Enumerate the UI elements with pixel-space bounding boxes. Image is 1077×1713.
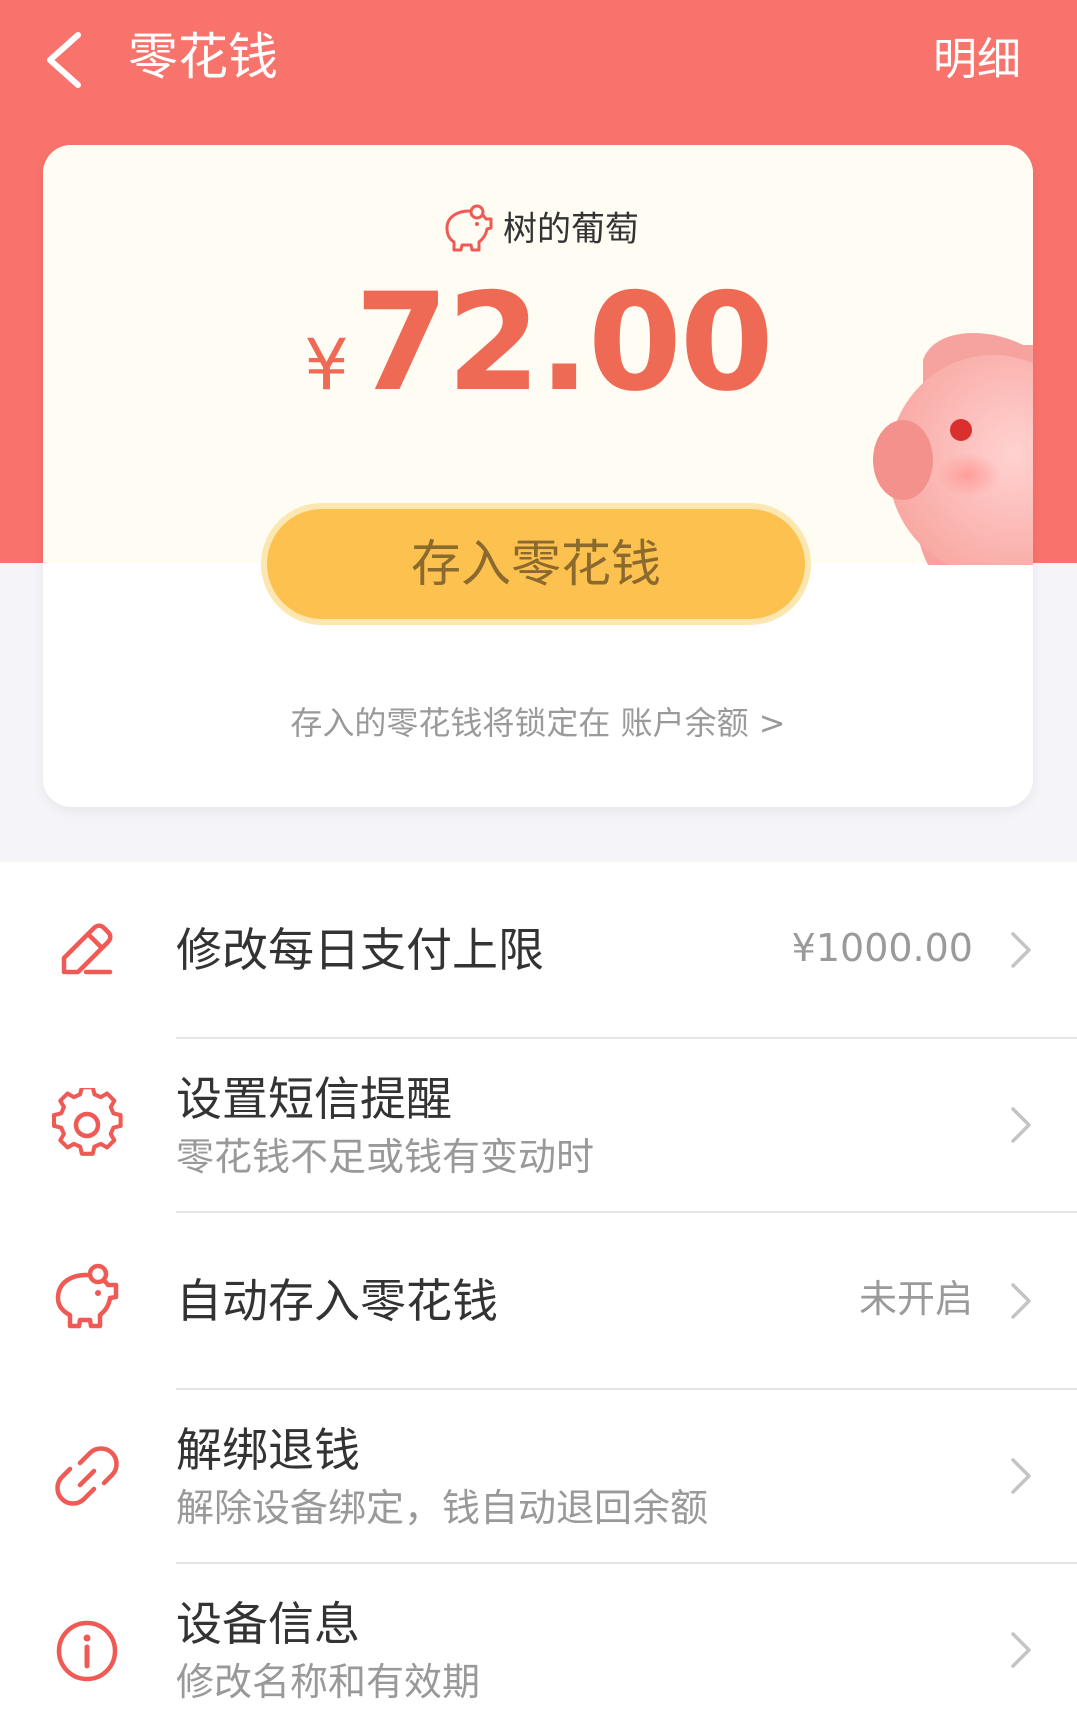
balance-value: 72.00 [354, 264, 774, 421]
auto-deposit-label: 自动存入零花钱 [176, 1274, 498, 1328]
unbind-refund-label: 解绑退钱 [176, 1423, 360, 1477]
sms-reminder-subtitle: 零花钱不足或钱有变动时 [176, 1135, 595, 1179]
page-title: 零花钱 [128, 28, 278, 86]
chevron-right-icon [1011, 1458, 1031, 1494]
detail-link[interactable]: 明细 [933, 28, 1021, 92]
app-header: 零花钱 明细 [0, 0, 1077, 120]
unbind-refund-row[interactable]: 解绑退钱 解除设备绑定，钱自动退回余额 [0, 1390, 1077, 1562]
auto-deposit-row[interactable]: 自动存入零花钱 未开启 [0, 1213, 1077, 1388]
gear-icon [51, 1088, 123, 1156]
device-info-label: 设备信息 [176, 1597, 360, 1651]
currency-symbol: ¥ [304, 324, 349, 406]
chevron-right-icon [1011, 1632, 1031, 1668]
balance-card: 树的葡萄 ¥72.00 存入零花钱 存入的零花钱将锁定在 账户余额 > [43, 145, 1033, 807]
piggy-bank-icon [55, 1263, 119, 1329]
account-balance-link[interactable]: 账户余额 > [621, 704, 786, 742]
info-icon [56, 1620, 118, 1682]
daily-limit-row[interactable]: 修改每日支付上限 ¥1000.00 [0, 862, 1077, 1037]
auto-deposit-value: 未开启 [858, 1277, 973, 1321]
device-info-row[interactable]: 设备信息 修改名称和有效期 [0, 1564, 1077, 1713]
balance-amount: ¥72.00 [43, 263, 1033, 464]
owner-line: 树的葡萄 [43, 200, 1033, 258]
chevron-right-icon [1011, 1107, 1031, 1143]
lock-note-text: 存入的零花钱将锁定在 [290, 704, 611, 742]
deposit-button[interactable]: 存入零花钱 [261, 503, 811, 625]
owner-name: 树的葡萄 [503, 209, 639, 250]
chevron-right-icon [1011, 932, 1031, 968]
daily-limit-value: ¥1000.00 [791, 926, 973, 970]
settings-list: 修改每日支付上限 ¥1000.00 设置短信提醒 零花钱不足或钱有变动时 自动存… [0, 862, 1077, 1713]
lock-note: 存入的零花钱将锁定在 账户余额 > [43, 698, 1033, 748]
piggy-bank-icon [445, 204, 493, 251]
chevron-right-icon [1011, 1283, 1031, 1319]
unlink-icon [55, 1446, 119, 1506]
daily-limit-label: 修改每日支付上限 [176, 923, 544, 977]
edit-icon [61, 923, 113, 975]
sms-reminder-row[interactable]: 设置短信提醒 零花钱不足或钱有变动时 [0, 1039, 1077, 1211]
back-icon[interactable] [38, 25, 98, 95]
device-info-subtitle: 修改名称和有效期 [176, 1660, 481, 1704]
unbind-refund-subtitle: 解除设备绑定，钱自动退回余额 [176, 1486, 709, 1530]
sms-reminder-label: 设置短信提醒 [176, 1072, 452, 1126]
